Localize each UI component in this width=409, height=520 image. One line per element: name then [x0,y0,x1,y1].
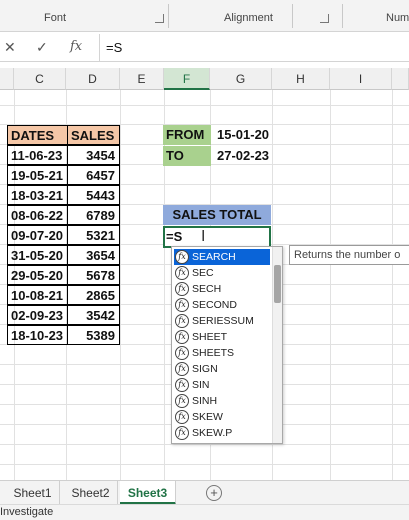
function-icon: fx [175,266,189,280]
function-icon: fx [175,250,189,264]
date-cell[interactable]: 31-05-20 [7,245,68,265]
ribbon-separator [292,4,293,28]
cancel-icon[interactable]: ✕ [4,39,16,56]
scrollbar-thumb[interactable] [274,265,281,303]
sales-cell[interactable]: 6457 [67,165,120,185]
ribbon-separator [342,4,343,28]
to-label-cell[interactable]: TO [163,146,211,166]
function-icon: fx [175,330,189,344]
text-cursor-icon: I [201,228,206,245]
sales-cell[interactable]: 3542 [67,305,120,325]
sales-cell[interactable]: 5321 [67,225,120,245]
sales-cell[interactable]: 5678 [67,265,120,285]
to-value-cell[interactable]: 27-02-23 [214,146,272,166]
gridline [0,444,409,445]
sales-cell[interactable]: 5443 [67,185,120,205]
function-icon: fx [175,282,189,296]
column-header-g[interactable]: G [210,68,272,90]
column-header-h[interactable]: H [272,68,330,90]
function-icon: fx [175,346,189,360]
ribbon-group-number: Num [386,12,409,24]
ribbon-separator [168,4,169,28]
date-cell[interactable]: 29-05-20 [7,265,68,285]
column-header-e[interactable]: E [120,68,164,90]
autocomplete-item[interactable]: fx SIN [174,377,270,393]
formula-input[interactable]: =S [99,34,409,62]
autocomplete-item[interactable]: fx SERIESSUM [174,313,270,329]
active-cell-text: =S [166,229,183,244]
sales-cell[interactable]: 3454 [67,145,120,165]
autocomplete-item[interactable]: fx SIGN [174,361,270,377]
ribbon-group-strip: Font Alignment Num [0,0,409,32]
formula-bar: ✕ ✓ fx =S [0,34,409,62]
date-cell[interactable]: 02-09-23 [7,305,68,325]
gridline [392,90,393,480]
autocomplete-scrollbar[interactable] [272,247,282,443]
ribbon-group-alignment: Alignment [224,12,273,24]
sales-cell[interactable]: 3654 [67,245,120,265]
tab-sheet3[interactable]: Sheet3 [120,481,176,505]
column-header-c[interactable]: C [14,68,66,90]
autocomplete-item[interactable]: fx SHEETS [174,345,270,361]
date-cell[interactable]: 10-08-21 [7,285,68,305]
sales-cell[interactable]: 5389 [67,325,120,345]
dates-header-cell[interactable]: DATES [7,125,68,145]
gridline [0,105,409,106]
from-label-cell[interactable]: FROM [163,125,211,145]
insert-function-icon[interactable]: fx [70,39,82,54]
autocomplete-item[interactable]: fx SEC [174,265,270,281]
function-icon: fx [175,314,189,328]
tab-sheet1[interactable]: Sheet1 [6,481,60,505]
function-tooltip: Returns the number o [289,245,409,265]
column-header-prev[interactable] [0,68,14,90]
function-icon: fx [175,410,189,424]
autocomplete-item[interactable]: fx SEARCH [174,249,270,265]
column-header-next[interactable] [392,68,409,90]
function-icon: fx [175,298,189,312]
function-icon: fx [175,394,189,408]
enter-icon[interactable]: ✓ [36,39,48,56]
function-icon: fx [175,426,189,440]
function-autocomplete-list[interactable]: fx SEARCH fx SEC fx SECH fx SECOND fx SERIESS… [171,246,283,444]
column-header-f[interactable]: F [164,68,210,90]
font-dialog-launcher-icon[interactable] [155,14,164,23]
function-icon: fx [175,378,189,392]
function-icon: fx [175,362,189,376]
add-sheet-icon[interactable]: + [206,485,222,501]
sales-header-cell[interactable]: SALES [67,125,120,145]
date-cell[interactable]: 18-10-23 [7,325,68,345]
active-cell[interactable]: =S I [163,226,271,248]
sales-total-header-cell[interactable]: SALES TOTAL [163,205,271,225]
formula-input-value: =S [106,40,123,55]
ribbon-group-font: Font [44,12,67,24]
date-cell[interactable]: 11-06-23 [7,145,68,165]
sales-cell[interactable]: 6789 [67,205,120,225]
autocomplete-item[interactable]: fx SINH [174,393,270,409]
tab-sheet2[interactable]: Sheet2 [64,481,118,505]
gridline [120,90,121,480]
autocomplete-item[interactable]: fx SHEET [174,329,270,345]
date-cell[interactable]: 08-06-22 [7,205,68,225]
autocomplete-item[interactable]: fx SKEW [174,409,270,425]
sheet-tab-bar: Sheet1 Sheet2 Sheet3 + [0,480,409,505]
date-cell[interactable]: 09-07-20 [7,225,68,245]
column-header-i[interactable]: I [330,68,392,90]
status-bar: Investigate [0,504,409,520]
alignment-dialog-launcher-icon[interactable] [320,14,329,23]
gridline [0,464,409,465]
from-value-cell[interactable]: 15-01-20 [214,125,272,145]
sales-cell[interactable]: 2865 [67,285,120,305]
date-cell[interactable]: 18-03-21 [7,185,68,205]
date-cell[interactable]: 19-05-21 [7,165,68,185]
column-header-d[interactable]: D [66,68,120,90]
gridline [330,90,331,480]
status-text: Investigate [0,506,54,518]
autocomplete-item[interactable]: fx SECOND [174,297,270,313]
autocomplete-item[interactable]: fx SECH [174,281,270,297]
autocomplete-item[interactable]: fx SKEW.P [174,425,270,441]
